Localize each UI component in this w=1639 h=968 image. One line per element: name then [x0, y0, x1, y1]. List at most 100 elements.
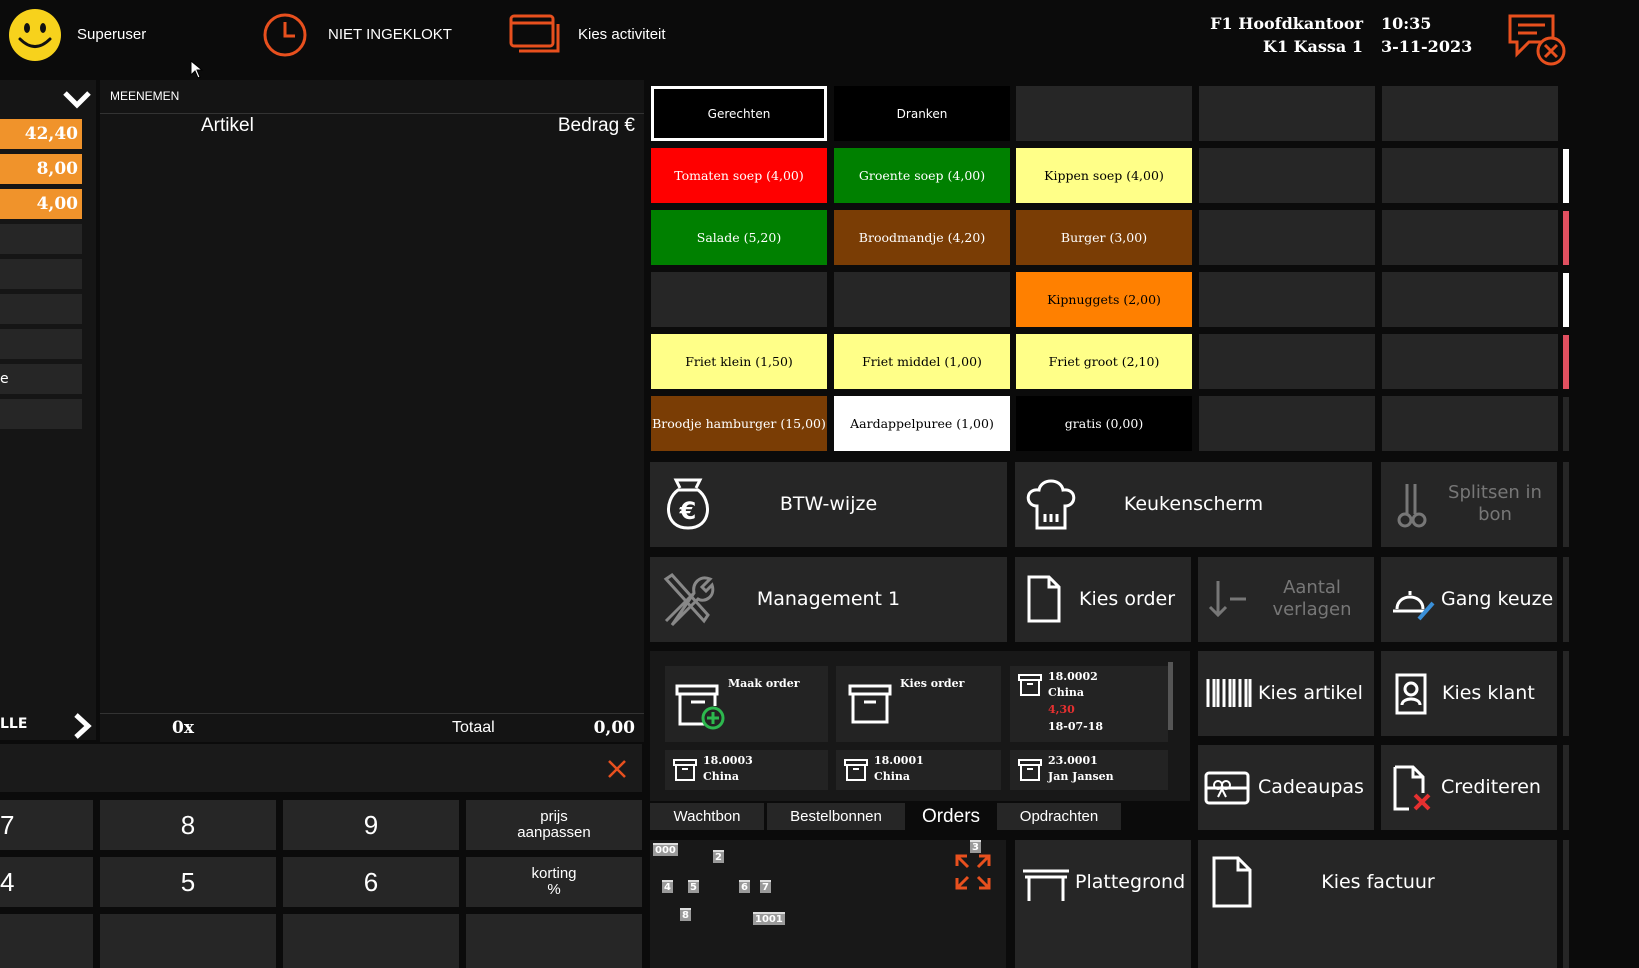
category-empty-slot[interactable]: [1382, 86, 1558, 141]
product-empty-slot[interactable]: [1382, 396, 1558, 451]
product-tile[interactable]: Tomaten soep (4,00): [651, 148, 827, 203]
smiley-avatar-icon[interactable]: [8, 8, 62, 62]
orders-scrollbar[interactable]: [1168, 662, 1173, 730]
key-row-partial[interactable]: [283, 914, 459, 968]
choose-article-button[interactable]: Kies artikel: [1198, 651, 1374, 736]
table-badge[interactable]: 8: [680, 908, 691, 921]
activity-icon[interactable]: [509, 14, 563, 56]
product-empty-slot[interactable]: [1382, 334, 1558, 389]
product-tile[interactable]: Groente soep (4,00): [834, 148, 1010, 203]
product-tile[interactable]: Kipnuggets (2,00): [1016, 272, 1192, 327]
product-tile[interactable]: Broodmandje (4,20): [834, 210, 1010, 265]
product-tile[interactable]: Friet groot (2,10): [1016, 334, 1192, 389]
product-tile[interactable]: Friet klein (1,50): [651, 334, 827, 389]
order-card[interactable]: 18.0001 China: [836, 750, 1001, 790]
make-order-card[interactable]: Maak order: [665, 666, 828, 742]
category-tab-dranken[interactable]: Dranken: [834, 86, 1010, 141]
choose-customer-button[interactable]: Kies klant: [1381, 651, 1557, 736]
user-name[interactable]: Superuser: [77, 26, 146, 43]
quantity-input[interactable]: [0, 744, 642, 792]
kitchen-screen-button[interactable]: Keukenscherm: [1015, 462, 1372, 547]
key-9[interactable]: 9: [283, 800, 459, 850]
choose-order-card[interactable]: Kies order: [836, 666, 1001, 742]
order-card[interactable]: 18.0002 China 4,30 18-07-18: [1010, 666, 1168, 742]
btw-button[interactable]: € BTW-wijze: [650, 462, 1007, 547]
table-badge[interactable]: 6: [739, 880, 750, 893]
table-badge[interactable]: 000: [653, 843, 678, 856]
expand-icon[interactable]: [955, 854, 991, 890]
category-empty-slot[interactable]: [1199, 86, 1375, 141]
key-6[interactable]: 6: [283, 857, 459, 907]
left-amount-3[interactable]: 4,00: [0, 189, 82, 219]
product-empty-slot[interactable]: [1199, 210, 1375, 265]
product-empty-slot[interactable]: [1382, 210, 1558, 265]
clock-status[interactable]: NIET INGEKLOKT: [328, 26, 452, 43]
split-receipt-button[interactable]: Splitsen in bon: [1381, 462, 1557, 547]
product-tile[interactable]: Burger (3,00): [1016, 210, 1192, 265]
chevron-down-icon[interactable]: [62, 86, 92, 112]
product-empty-slot[interactable]: [1382, 148, 1558, 203]
left-slot-partial[interactable]: e: [0, 364, 82, 394]
tab-opdrachten[interactable]: Opdrachten: [997, 803, 1121, 830]
order-card[interactable]: 23.0001 Jan Jansen: [1010, 750, 1168, 790]
table-badge[interactable]: 2: [713, 850, 724, 863]
edge-tile: [1563, 462, 1569, 547]
key-row-partial[interactable]: [466, 914, 642, 968]
product-empty-slot[interactable]: [1199, 272, 1375, 327]
activity-label[interactable]: Kies activiteit: [578, 26, 666, 43]
key-row-partial[interactable]: [0, 914, 93, 968]
order-mode[interactable]: MEENEMEN: [110, 89, 179, 103]
key-row-partial[interactable]: [100, 914, 276, 968]
credit-button[interactable]: Crediteren: [1381, 745, 1557, 830]
floor-plan-preview[interactable]: 000 2 3 4 5 6 7 8 1001: [650, 840, 1006, 968]
category-tab-gerechten[interactable]: Gerechten: [651, 86, 827, 141]
category-empty-slot[interactable]: [1016, 86, 1192, 141]
clock-icon[interactable]: [262, 12, 308, 58]
product-empty-slot[interactable]: [834, 272, 1010, 327]
key-4[interactable]: 4: [0, 857, 93, 907]
table-badge[interactable]: 1001: [753, 912, 785, 925]
product-tile[interactable]: Friet middel (1,00): [834, 334, 1010, 389]
left-slot[interactable]: [0, 259, 82, 289]
product-empty-slot[interactable]: [1199, 334, 1375, 389]
table-badge[interactable]: 7: [760, 880, 771, 893]
order-card[interactable]: 18.0003 China: [665, 750, 828, 790]
product-tile[interactable]: Salade (5,20): [651, 210, 827, 265]
message-close-icon[interactable]: [1507, 12, 1567, 68]
management-button[interactable]: Management 1: [650, 557, 1007, 642]
product-tile[interactable]: Broodje hamburger (15,00): [651, 396, 827, 451]
left-slot[interactable]: [0, 399, 82, 429]
left-slot[interactable]: [0, 294, 82, 324]
table-badge[interactable]: 4: [662, 880, 673, 893]
course-choice-button[interactable]: Gang keuze: [1381, 557, 1557, 642]
left-amount-1[interactable]: 42,40: [0, 119, 82, 149]
left-slot[interactable]: [0, 329, 82, 359]
product-empty-slot[interactable]: [1199, 148, 1375, 203]
product-empty-slot[interactable]: [651, 272, 827, 327]
discount-button[interactable]: korting %: [466, 857, 642, 907]
product-tile[interactable]: Aardappelpuree (1,00): [834, 396, 1010, 451]
table-badge[interactable]: 5: [688, 880, 699, 893]
product-tile[interactable]: Kippen soep (4,00): [1016, 148, 1192, 203]
key-8[interactable]: 8: [100, 800, 276, 850]
clear-input-icon[interactable]: [606, 758, 628, 780]
floorplan-button[interactable]: Plattegrond: [1015, 840, 1191, 968]
tab-wachtbon[interactable]: Wachtbon: [650, 803, 764, 830]
product-tile[interactable]: gratis (0,00): [1016, 396, 1192, 451]
chevron-right-icon[interactable]: [70, 712, 94, 740]
key-5[interactable]: 5: [100, 857, 276, 907]
decrease-quantity-button[interactable]: Aantal verlagen: [1198, 557, 1374, 642]
tab-orders[interactable]: Orders: [908, 803, 994, 830]
giftcard-button[interactable]: Cadeaupas: [1198, 745, 1374, 830]
choose-invoice-button[interactable]: Kies factuur: [1198, 840, 1557, 968]
product-empty-slot[interactable]: [1199, 396, 1375, 451]
product-empty-slot[interactable]: [1382, 272, 1558, 327]
left-bottom-label[interactable]: LLE: [0, 716, 27, 732]
left-amount-2[interactable]: 8,00: [0, 154, 82, 184]
tab-bestelbonnen[interactable]: Bestelbonnen: [767, 803, 905, 830]
choose-order-button[interactable]: Kies order: [1015, 557, 1191, 642]
left-slot[interactable]: [0, 224, 82, 254]
table-badge[interactable]: 3: [970, 840, 981, 853]
price-adjust-button[interactable]: prijs aanpassen: [466, 800, 642, 850]
key-7[interactable]: 7: [0, 800, 93, 850]
